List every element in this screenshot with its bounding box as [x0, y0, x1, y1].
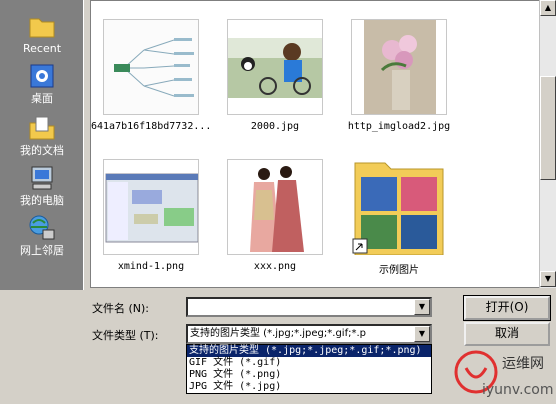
- cancel-button[interactable]: 取消: [464, 322, 550, 346]
- watermark-line2: iyunv.com: [482, 382, 553, 398]
- my-computer-icon: [27, 164, 57, 192]
- file-list[interactable]: 641a7b16f18bd7732... 2000.jpg http_imglo…: [90, 0, 540, 288]
- filename-label: 文件名 (N):: [92, 302, 150, 315]
- file-item[interactable]: 示例图片: [339, 159, 459, 276]
- file-thumbnail: [351, 19, 447, 115]
- dropdown-option[interactable]: GIF 文件 (*.gif): [187, 357, 431, 369]
- place-label: 我的文档: [20, 144, 64, 157]
- scroll-up-icon[interactable]: ▲: [540, 0, 556, 16]
- places-bar: Recent 桌面 我的文档 我的电脑 网上邻居: [0, 0, 84, 290]
- watermark-line1: 运维网: [502, 356, 544, 372]
- file-item[interactable]: xxx.png: [215, 159, 335, 272]
- filetype-value: 支持的图片类型 (*.jpg;*.jpeg;*.gif;*.p: [190, 328, 366, 339]
- my-documents-icon: [27, 114, 57, 142]
- filetype-label: 文件类型 (T):: [92, 329, 159, 342]
- dropdown-option[interactable]: 支持的图片类型 (*.jpg;*.jpeg;*.gif;*.png): [187, 345, 431, 357]
- file-thumbnail: [227, 159, 323, 255]
- file-name: http_imgload2.jpg: [347, 121, 451, 132]
- file-thumbnail: [103, 159, 199, 255]
- scrollbar-thumb[interactable]: [540, 76, 556, 180]
- folder-icon: [351, 159, 447, 255]
- place-network[interactable]: 网上邻居: [4, 214, 80, 257]
- place-label: 桌面: [31, 92, 53, 105]
- filetype-dropdown-list[interactable]: 支持的图片类型 (*.jpg;*.jpeg;*.gif;*.png) GIF 文…: [186, 344, 432, 394]
- file-item[interactable]: 2000.jpg: [215, 19, 335, 132]
- file-name: 2000.jpg: [250, 121, 300, 132]
- vertical-scrollbar[interactable]: ▲ ▼: [539, 0, 556, 288]
- open-button[interactable]: 打开(O): [463, 295, 551, 321]
- network-icon: [27, 214, 57, 242]
- file-item[interactable]: xmind-1.png: [91, 159, 211, 272]
- file-thumbnail: [103, 19, 199, 115]
- place-my-computer[interactable]: 我的电脑: [4, 164, 80, 207]
- file-name: 示例图片: [379, 265, 419, 276]
- dropdown-option[interactable]: JPG 文件 (*.jpg): [187, 381, 431, 393]
- place-label: 我的电脑: [20, 194, 64, 207]
- place-label: 网上邻居: [20, 244, 64, 257]
- watermark-logo: 运维网 iyunv.com: [452, 346, 556, 401]
- file-item[interactable]: 641a7b16f18bd7732...: [91, 19, 211, 132]
- file-name: xmind-1.png: [117, 261, 185, 272]
- file-item[interactable]: http_imgload2.jpg: [339, 19, 459, 132]
- file-name: xxx.png: [253, 261, 297, 272]
- folder-recent-icon: [27, 12, 57, 40]
- place-my-documents[interactable]: 我的文档: [4, 114, 80, 157]
- desktop-icon: [27, 62, 57, 90]
- place-desktop[interactable]: 桌面: [4, 62, 80, 105]
- dropdown-option[interactable]: PNG 文件 (*.png): [187, 369, 431, 381]
- filename-input[interactable]: ▼: [186, 297, 432, 317]
- chevron-down-icon[interactable]: ▼: [414, 299, 430, 315]
- place-recent[interactable]: Recent: [4, 12, 80, 55]
- scroll-down-icon[interactable]: ▼: [540, 271, 556, 287]
- place-label: Recent: [22, 42, 62, 55]
- file-thumbnail: [227, 19, 323, 115]
- chevron-down-icon[interactable]: ▼: [414, 326, 430, 342]
- filetype-select[interactable]: 支持的图片类型 (*.jpg;*.jpeg;*.gif;*.p ▼: [186, 324, 432, 344]
- file-name: 641a7b16f18bd7732...: [91, 121, 212, 132]
